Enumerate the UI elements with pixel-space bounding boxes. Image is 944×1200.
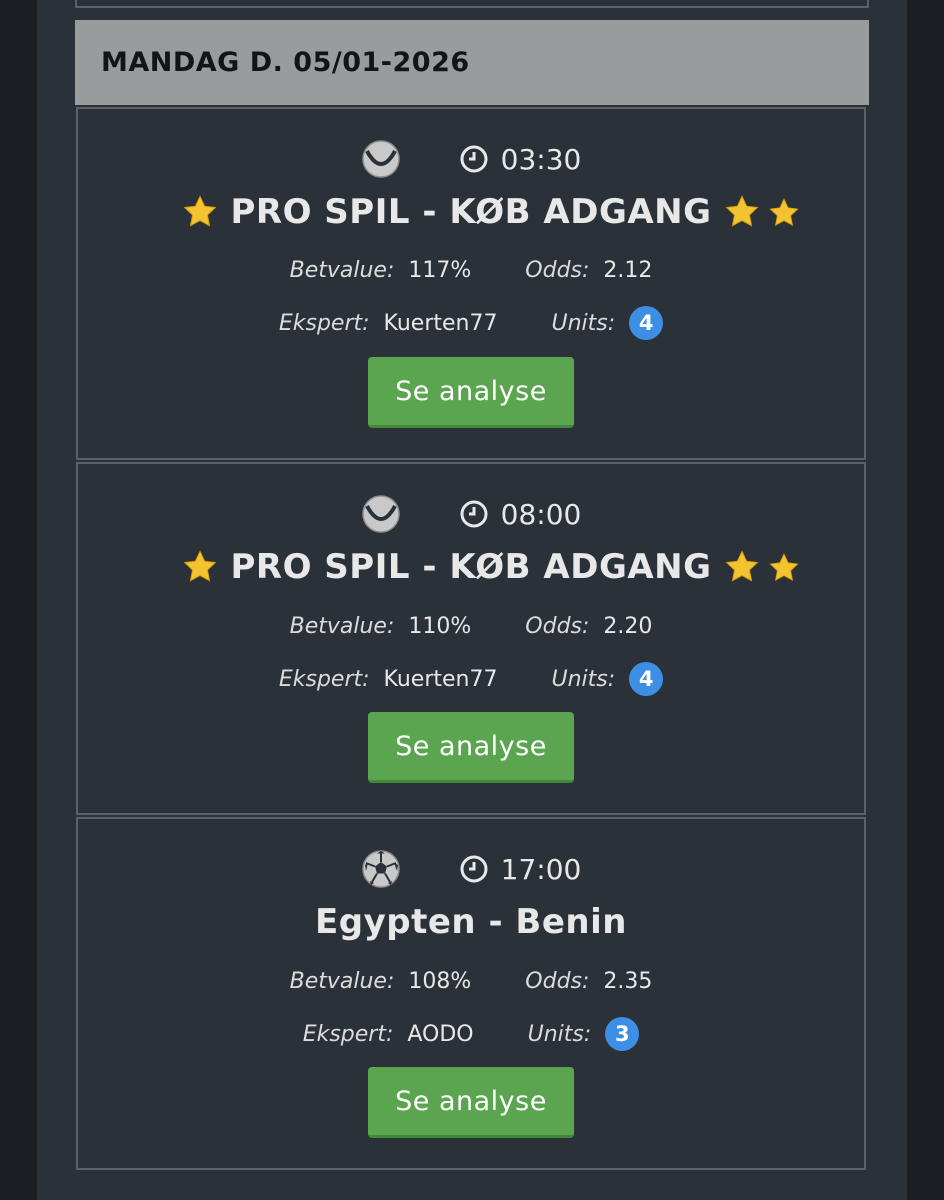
clock-icon bbox=[460, 145, 488, 173]
star-icon bbox=[184, 550, 217, 582]
clock-icon bbox=[460, 500, 488, 528]
betvalue-label: Betvalue: bbox=[289, 613, 395, 639]
star-icon bbox=[184, 195, 217, 227]
pro-star-icon bbox=[769, 553, 799, 582]
odds-value: 2.20 bbox=[603, 613, 653, 639]
se-analyse-button[interactable]: Se analyse bbox=[368, 357, 574, 428]
tip-card: 17:00 Egypten - Benin Betvalue: 108% Odd… bbox=[76, 817, 866, 1170]
units-badge: 4 bbox=[629, 662, 664, 696]
units-badge: 3 bbox=[605, 1017, 640, 1051]
betvalue-value: 110% bbox=[408, 613, 472, 639]
units-label: Units: bbox=[527, 1021, 592, 1047]
ekspert-units-row: Ekspert: Kuerten77 Units: 4 bbox=[78, 306, 864, 340]
tennis-ball-icon bbox=[361, 495, 400, 533]
left-gutter bbox=[0, 0, 37, 1200]
betvalue-odds-row: Betvalue: 108% Odds: 2.35 bbox=[78, 964, 864, 998]
tip-time: 08:00 bbox=[500, 497, 582, 531]
ekspert-units-row: Ekspert: Kuerten77 Units: 4 bbox=[78, 662, 864, 696]
tip-time: 17:00 bbox=[500, 852, 582, 886]
betvalue-label: Betvalue: bbox=[289, 968, 395, 994]
ekspert-value: AODO bbox=[407, 1021, 474, 1047]
tip-card: 08:00 PRO SPIL - KØB ADGANG Betvalue: 11… bbox=[76, 462, 866, 815]
pro-star-icon bbox=[769, 198, 799, 227]
se-analyse-button[interactable]: Se analyse bbox=[368, 1067, 574, 1138]
ekspert-label: Ekspert: bbox=[278, 310, 370, 336]
ekspert-label: Ekspert: bbox=[302, 1021, 394, 1047]
betvalue-value: 117% bbox=[408, 257, 472, 283]
star-icon bbox=[725, 550, 758, 582]
tip-title-text: Egypten - Benin bbox=[315, 902, 627, 942]
date-header-label: MANDAG D. 05/01-2026 bbox=[101, 47, 470, 78]
tip-title: Egypten - Benin bbox=[315, 902, 627, 942]
units-label: Units: bbox=[551, 310, 616, 336]
betvalue-value: 108% bbox=[408, 968, 472, 994]
soccer-ball-icon bbox=[361, 850, 400, 888]
units-label: Units: bbox=[551, 666, 616, 692]
tip-title-text: PRO SPIL - KØB ADGANG bbox=[230, 547, 712, 587]
right-gutter bbox=[907, 0, 944, 1200]
odds-label: Odds: bbox=[525, 613, 590, 639]
tip-card: 03:30 PRO SPIL - KØB ADGANG Betvalue: 11… bbox=[76, 107, 866, 460]
clock-icon bbox=[460, 855, 488, 883]
units-badge: 4 bbox=[629, 306, 664, 340]
odds-label: Odds: bbox=[525, 257, 590, 283]
previous-card-edge bbox=[75, 0, 869, 8]
tip-time: 03:30 bbox=[500, 142, 582, 176]
ekspert-value: Kuerten77 bbox=[383, 310, 498, 336]
date-header: MANDAG D. 05/01-2026 bbox=[75, 20, 869, 105]
ekspert-label: Ekspert: bbox=[278, 666, 370, 692]
odds-value: 2.35 bbox=[603, 968, 653, 994]
betvalue-odds-row: Betvalue: 110% Odds: 2.20 bbox=[78, 609, 864, 643]
tennis-ball-icon bbox=[361, 140, 400, 178]
odds-label: Odds: bbox=[525, 968, 590, 994]
ekspert-value: Kuerten77 bbox=[383, 666, 498, 692]
tip-title-text: PRO SPIL - KØB ADGANG bbox=[230, 192, 712, 232]
ekspert-units-row: Ekspert: AODO Units: 3 bbox=[78, 1017, 864, 1051]
tip-title: PRO SPIL - KØB ADGANG bbox=[182, 192, 759, 232]
star-icon bbox=[725, 195, 758, 227]
odds-value: 2.12 bbox=[603, 257, 653, 283]
tip-title: PRO SPIL - KØB ADGANG bbox=[182, 547, 759, 587]
betvalue-odds-row: Betvalue: 117% Odds: 2.12 bbox=[78, 253, 864, 287]
betvalue-label: Betvalue: bbox=[289, 257, 395, 283]
se-analyse-button[interactable]: Se analyse bbox=[368, 712, 574, 783]
